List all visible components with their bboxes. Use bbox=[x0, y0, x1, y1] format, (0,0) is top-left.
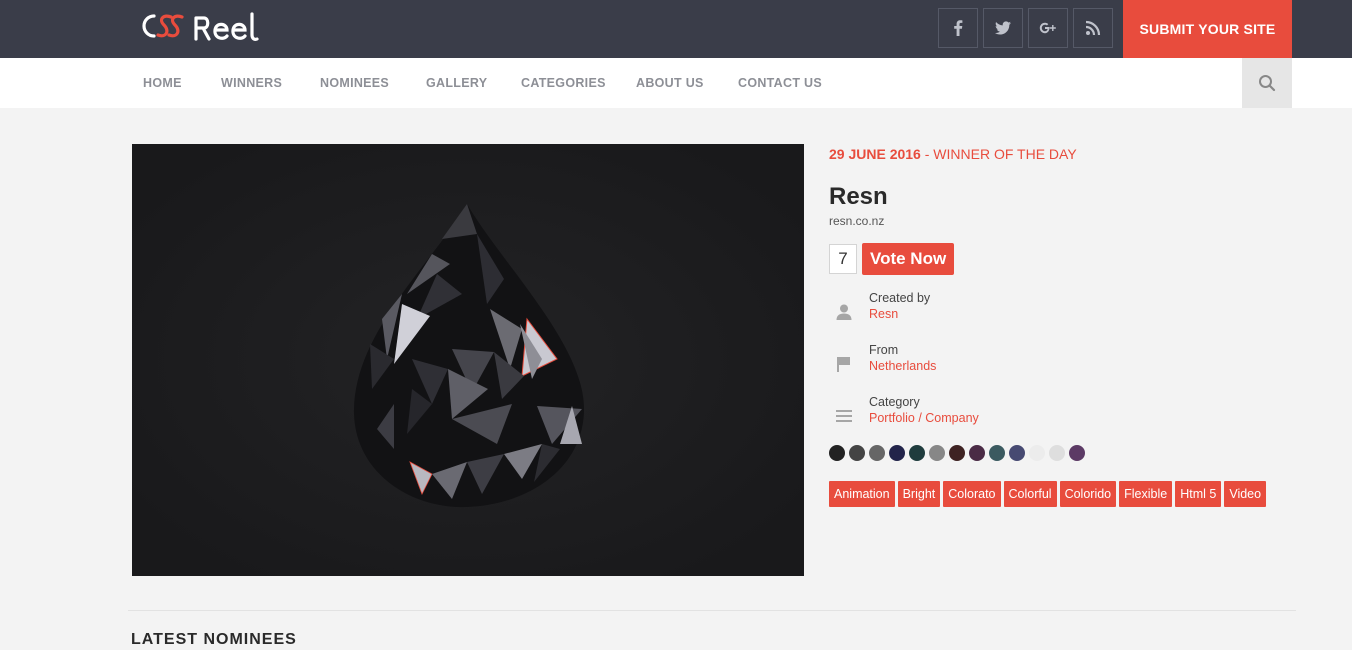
nav-about-us[interactable]: ABOUT US bbox=[636, 58, 704, 108]
color-swatch[interactable] bbox=[869, 445, 885, 461]
color-swatch[interactable] bbox=[969, 445, 985, 461]
tag-link[interactable]: Flexible bbox=[1119, 481, 1173, 507]
tag-link[interactable]: Bright bbox=[897, 481, 941, 507]
crystal-drop-image bbox=[132, 144, 804, 576]
color-swatch[interactable] bbox=[1069, 445, 1085, 461]
award-line: 29 JUNE 2016 - WINNER OF THE DAY bbox=[829, 144, 1299, 164]
color-swatch[interactable] bbox=[829, 445, 845, 461]
created-by-link[interactable]: Resn bbox=[869, 306, 898, 322]
from-row: From Netherlands bbox=[829, 339, 1299, 391]
color-swatch[interactable] bbox=[1049, 445, 1065, 461]
latest-nominees-heading: LATEST NOMINEES bbox=[131, 631, 297, 648]
nav-categories[interactable]: CATEGORIES bbox=[521, 58, 606, 108]
from-link[interactable]: Netherlands bbox=[869, 358, 936, 374]
section-divider bbox=[128, 610, 1296, 611]
twitter-icon bbox=[995, 21, 1011, 35]
vote-row: 7 Vote Now bbox=[829, 243, 1299, 275]
nav-contact-us[interactable]: CONTACT US bbox=[738, 58, 822, 108]
site-logo[interactable] bbox=[136, 12, 284, 46]
color-swatch[interactable] bbox=[989, 445, 1005, 461]
color-swatch[interactable] bbox=[949, 445, 965, 461]
color-swatch[interactable] bbox=[849, 445, 865, 461]
tag-link[interactable]: Video bbox=[1224, 481, 1267, 507]
rss-icon bbox=[1085, 20, 1101, 36]
category-label: Category bbox=[869, 395, 920, 409]
top-bar: SUBMIT YOUR SITE bbox=[0, 0, 1352, 58]
tag-list: Animation Bright Colorato Colorful Colorido F… bbox=[829, 481, 1299, 507]
facebook-icon bbox=[954, 20, 963, 36]
site-title: Resn bbox=[829, 183, 888, 210]
award-type: - WINNER OF THE DAY bbox=[920, 146, 1077, 162]
award-date: 29 JUNE 2016 bbox=[829, 146, 921, 162]
facebook-link[interactable] bbox=[938, 8, 978, 48]
color-swatch[interactable] bbox=[1029, 445, 1045, 461]
created-by-label: Created by bbox=[869, 291, 931, 305]
search-icon bbox=[1259, 75, 1276, 92]
twitter-link[interactable] bbox=[983, 8, 1023, 48]
flag-icon bbox=[837, 357, 850, 372]
submit-your-site-button[interactable]: SUBMIT YOUR SITE bbox=[1123, 0, 1292, 58]
from-label: From bbox=[869, 343, 899, 357]
tag-link[interactable]: Html 5 bbox=[1175, 481, 1222, 507]
vote-count: 7 bbox=[829, 244, 857, 274]
search-button[interactable] bbox=[1242, 58, 1292, 108]
vote-now-button[interactable]: Vote Now bbox=[862, 243, 955, 275]
tag-link[interactable]: Colorato bbox=[943, 481, 1001, 507]
rss-link[interactable] bbox=[1073, 8, 1113, 48]
category-link[interactable]: Portfolio / Company bbox=[869, 410, 979, 426]
nav-winners[interactable]: WINNERS bbox=[221, 58, 282, 108]
category-row: Category Portfolio / Company bbox=[829, 391, 1299, 443]
google-plus-link[interactable] bbox=[1028, 8, 1068, 48]
color-swatch[interactable] bbox=[889, 445, 905, 461]
css-reel-logo-icon bbox=[142, 12, 259, 41]
color-swatch[interactable] bbox=[929, 445, 945, 461]
google-plus-icon bbox=[1039, 22, 1056, 34]
logo-text bbox=[136, 9, 284, 49]
site-screenshot[interactable] bbox=[132, 144, 804, 576]
nav-home[interactable]: HOME bbox=[143, 58, 182, 108]
main-nav: HOME WINNERS NOMINEES GALLERY CATEGORIES… bbox=[0, 58, 1352, 108]
tag-link[interactable]: Colorful bbox=[1003, 481, 1057, 507]
winner-details: 29 JUNE 2016 - WINNER OF THE DAY Resn re… bbox=[829, 144, 1299, 507]
user-icon bbox=[836, 304, 852, 320]
site-url-link[interactable]: resn.co.nz bbox=[829, 214, 1299, 228]
color-swatch[interactable] bbox=[909, 445, 925, 461]
color-swatch[interactable] bbox=[1009, 445, 1025, 461]
color-palette bbox=[829, 445, 1299, 461]
nav-gallery[interactable]: GALLERY bbox=[426, 58, 487, 108]
created-by-row: Created by Resn bbox=[829, 287, 1299, 339]
list-icon bbox=[836, 410, 852, 422]
nav-nominees[interactable]: NOMINEES bbox=[320, 58, 389, 108]
tag-link[interactable]: Colorido bbox=[1059, 481, 1117, 507]
tag-link[interactable]: Animation bbox=[829, 481, 895, 507]
